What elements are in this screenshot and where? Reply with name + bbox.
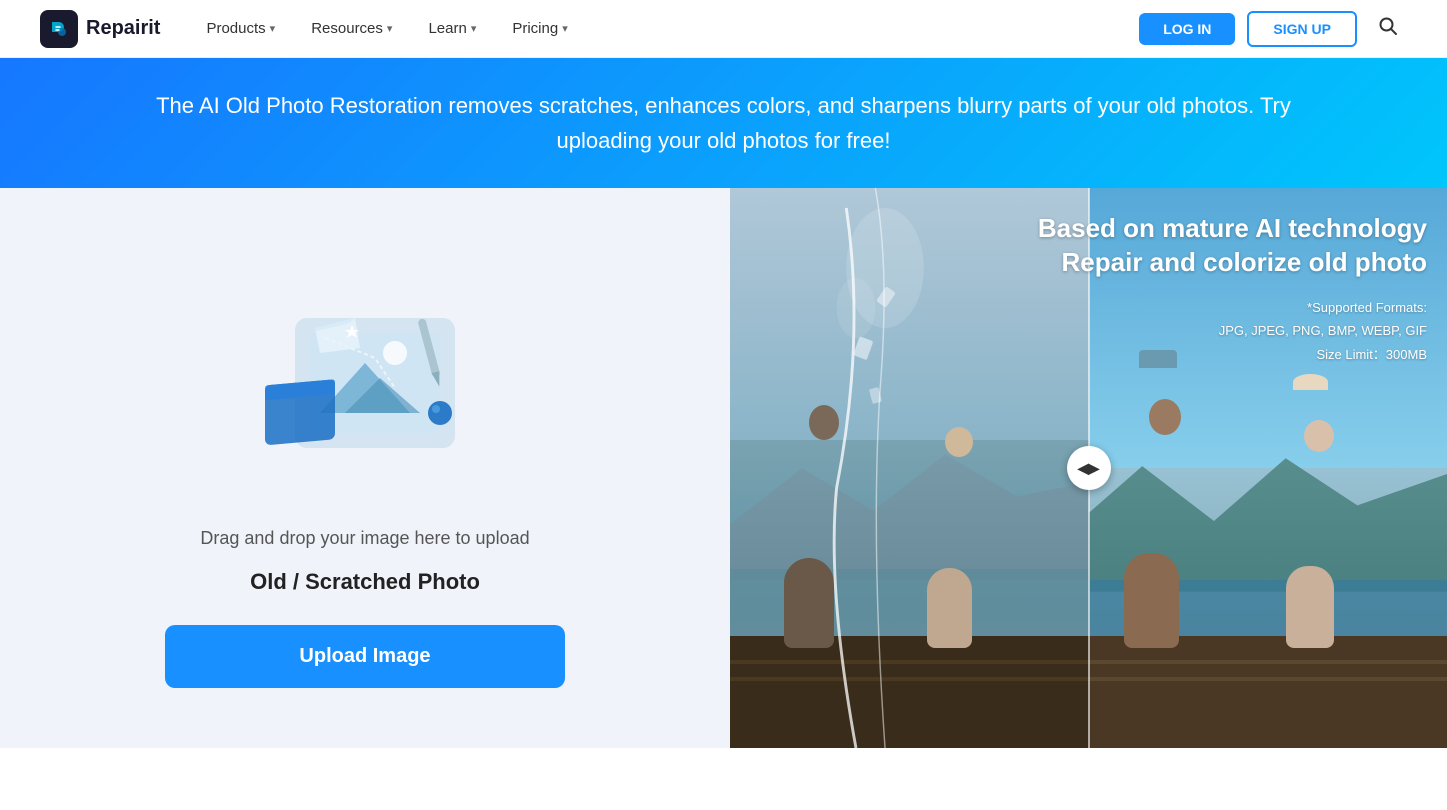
main-content: Drag and drop your image here to upload … xyxy=(0,188,1447,748)
slider-right-arrow: ▶ xyxy=(1089,460,1100,477)
chevron-down-icon: ▾ xyxy=(270,22,276,35)
navbar: Repairit Products ▾ Resources ▾ Learn ▾ … xyxy=(0,0,1447,58)
login-button[interactable]: LOG IN xyxy=(1139,13,1235,45)
upload-drag-text: Drag and drop your image here to upload xyxy=(200,528,529,549)
photo-damaged xyxy=(730,188,1089,748)
search-icon xyxy=(1377,15,1399,37)
nav-actions: LOG IN SIGN UP xyxy=(1139,11,1407,47)
chevron-down-icon: ▾ xyxy=(471,22,477,35)
formats-list: JPG, JPEG, PNG, BMP, WEBP, GIF xyxy=(1038,319,1427,342)
upload-type-text: Old / Scratched Photo xyxy=(250,569,480,595)
nav-resources[interactable]: Resources ▾ xyxy=(295,12,408,45)
upload-panel: Drag and drop your image here to upload … xyxy=(0,188,730,748)
info-overlay: Based on mature AI technology Repair and… xyxy=(1038,212,1427,366)
chevron-down-icon: ▾ xyxy=(387,22,393,35)
preview-formats: *Supported Formats: JPG, JPEG, PNG, BMP,… xyxy=(1038,296,1427,366)
preview-panel: ◀ ▶ Based on mature AI technology Repair… xyxy=(730,188,1447,748)
banner: The AI Old Photo Restoration removes scr… xyxy=(0,58,1447,188)
slider-left-arrow: ◀ xyxy=(1078,460,1089,477)
formats-label: *Supported Formats: xyxy=(1038,296,1427,319)
chevron-down-icon: ▾ xyxy=(562,22,568,35)
upload-image-button[interactable]: Upload Image xyxy=(165,625,565,688)
nav-products[interactable]: Products ▾ xyxy=(190,12,291,45)
slider-handle[interactable]: ◀ ▶ xyxy=(1067,446,1111,490)
brand-name: Repairit xyxy=(86,17,160,40)
signup-button[interactable]: SIGN UP xyxy=(1247,11,1357,47)
size-limit: Size Limit：300MB xyxy=(1038,343,1427,366)
logo-link[interactable]: Repairit xyxy=(40,10,160,48)
nav-pricing[interactable]: Pricing ▾ xyxy=(496,12,583,45)
nav-learn[interactable]: Learn ▾ xyxy=(412,12,492,45)
upload-svg-illustration xyxy=(235,258,495,498)
banner-text: The AI Old Photo Restoration removes scr… xyxy=(124,88,1324,158)
nav-links: Products ▾ Resources ▾ Learn ▾ Pricing ▾ xyxy=(190,12,1139,45)
search-button[interactable] xyxy=(1369,11,1407,47)
logo-icon xyxy=(40,10,78,48)
upload-illustration xyxy=(225,248,505,508)
preview-title: Based on mature AI technology Repair and… xyxy=(1038,212,1427,280)
